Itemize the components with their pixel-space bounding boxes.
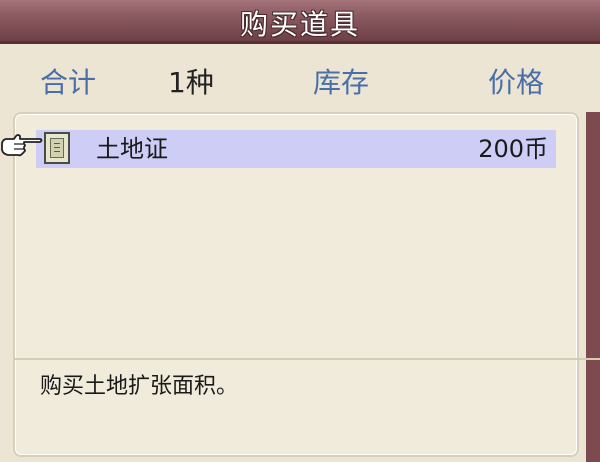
list-header: 合计 1种 库存 价格 bbox=[0, 44, 600, 110]
item-price: 200币 bbox=[478, 135, 548, 163]
pointer-hand-icon bbox=[1, 134, 43, 157]
window-title: 购买道具 bbox=[239, 8, 360, 41]
total-value: 1种 bbox=[168, 66, 214, 99]
item-name: 土地证 bbox=[96, 135, 168, 163]
total-label: 合计 bbox=[40, 66, 97, 99]
stock-label: 库存 bbox=[313, 66, 370, 99]
price-label: 价格 bbox=[488, 66, 545, 99]
window-right-border bbox=[586, 112, 600, 462]
item-description: 购买土地扩张面积。 bbox=[40, 374, 239, 399]
land-deed-icon bbox=[44, 132, 70, 164]
title-bar: 购买道具 bbox=[0, 0, 600, 44]
list-item-land-deed[interactable]: 土地证 200币 bbox=[36, 130, 556, 168]
description-divider bbox=[14, 358, 600, 360]
